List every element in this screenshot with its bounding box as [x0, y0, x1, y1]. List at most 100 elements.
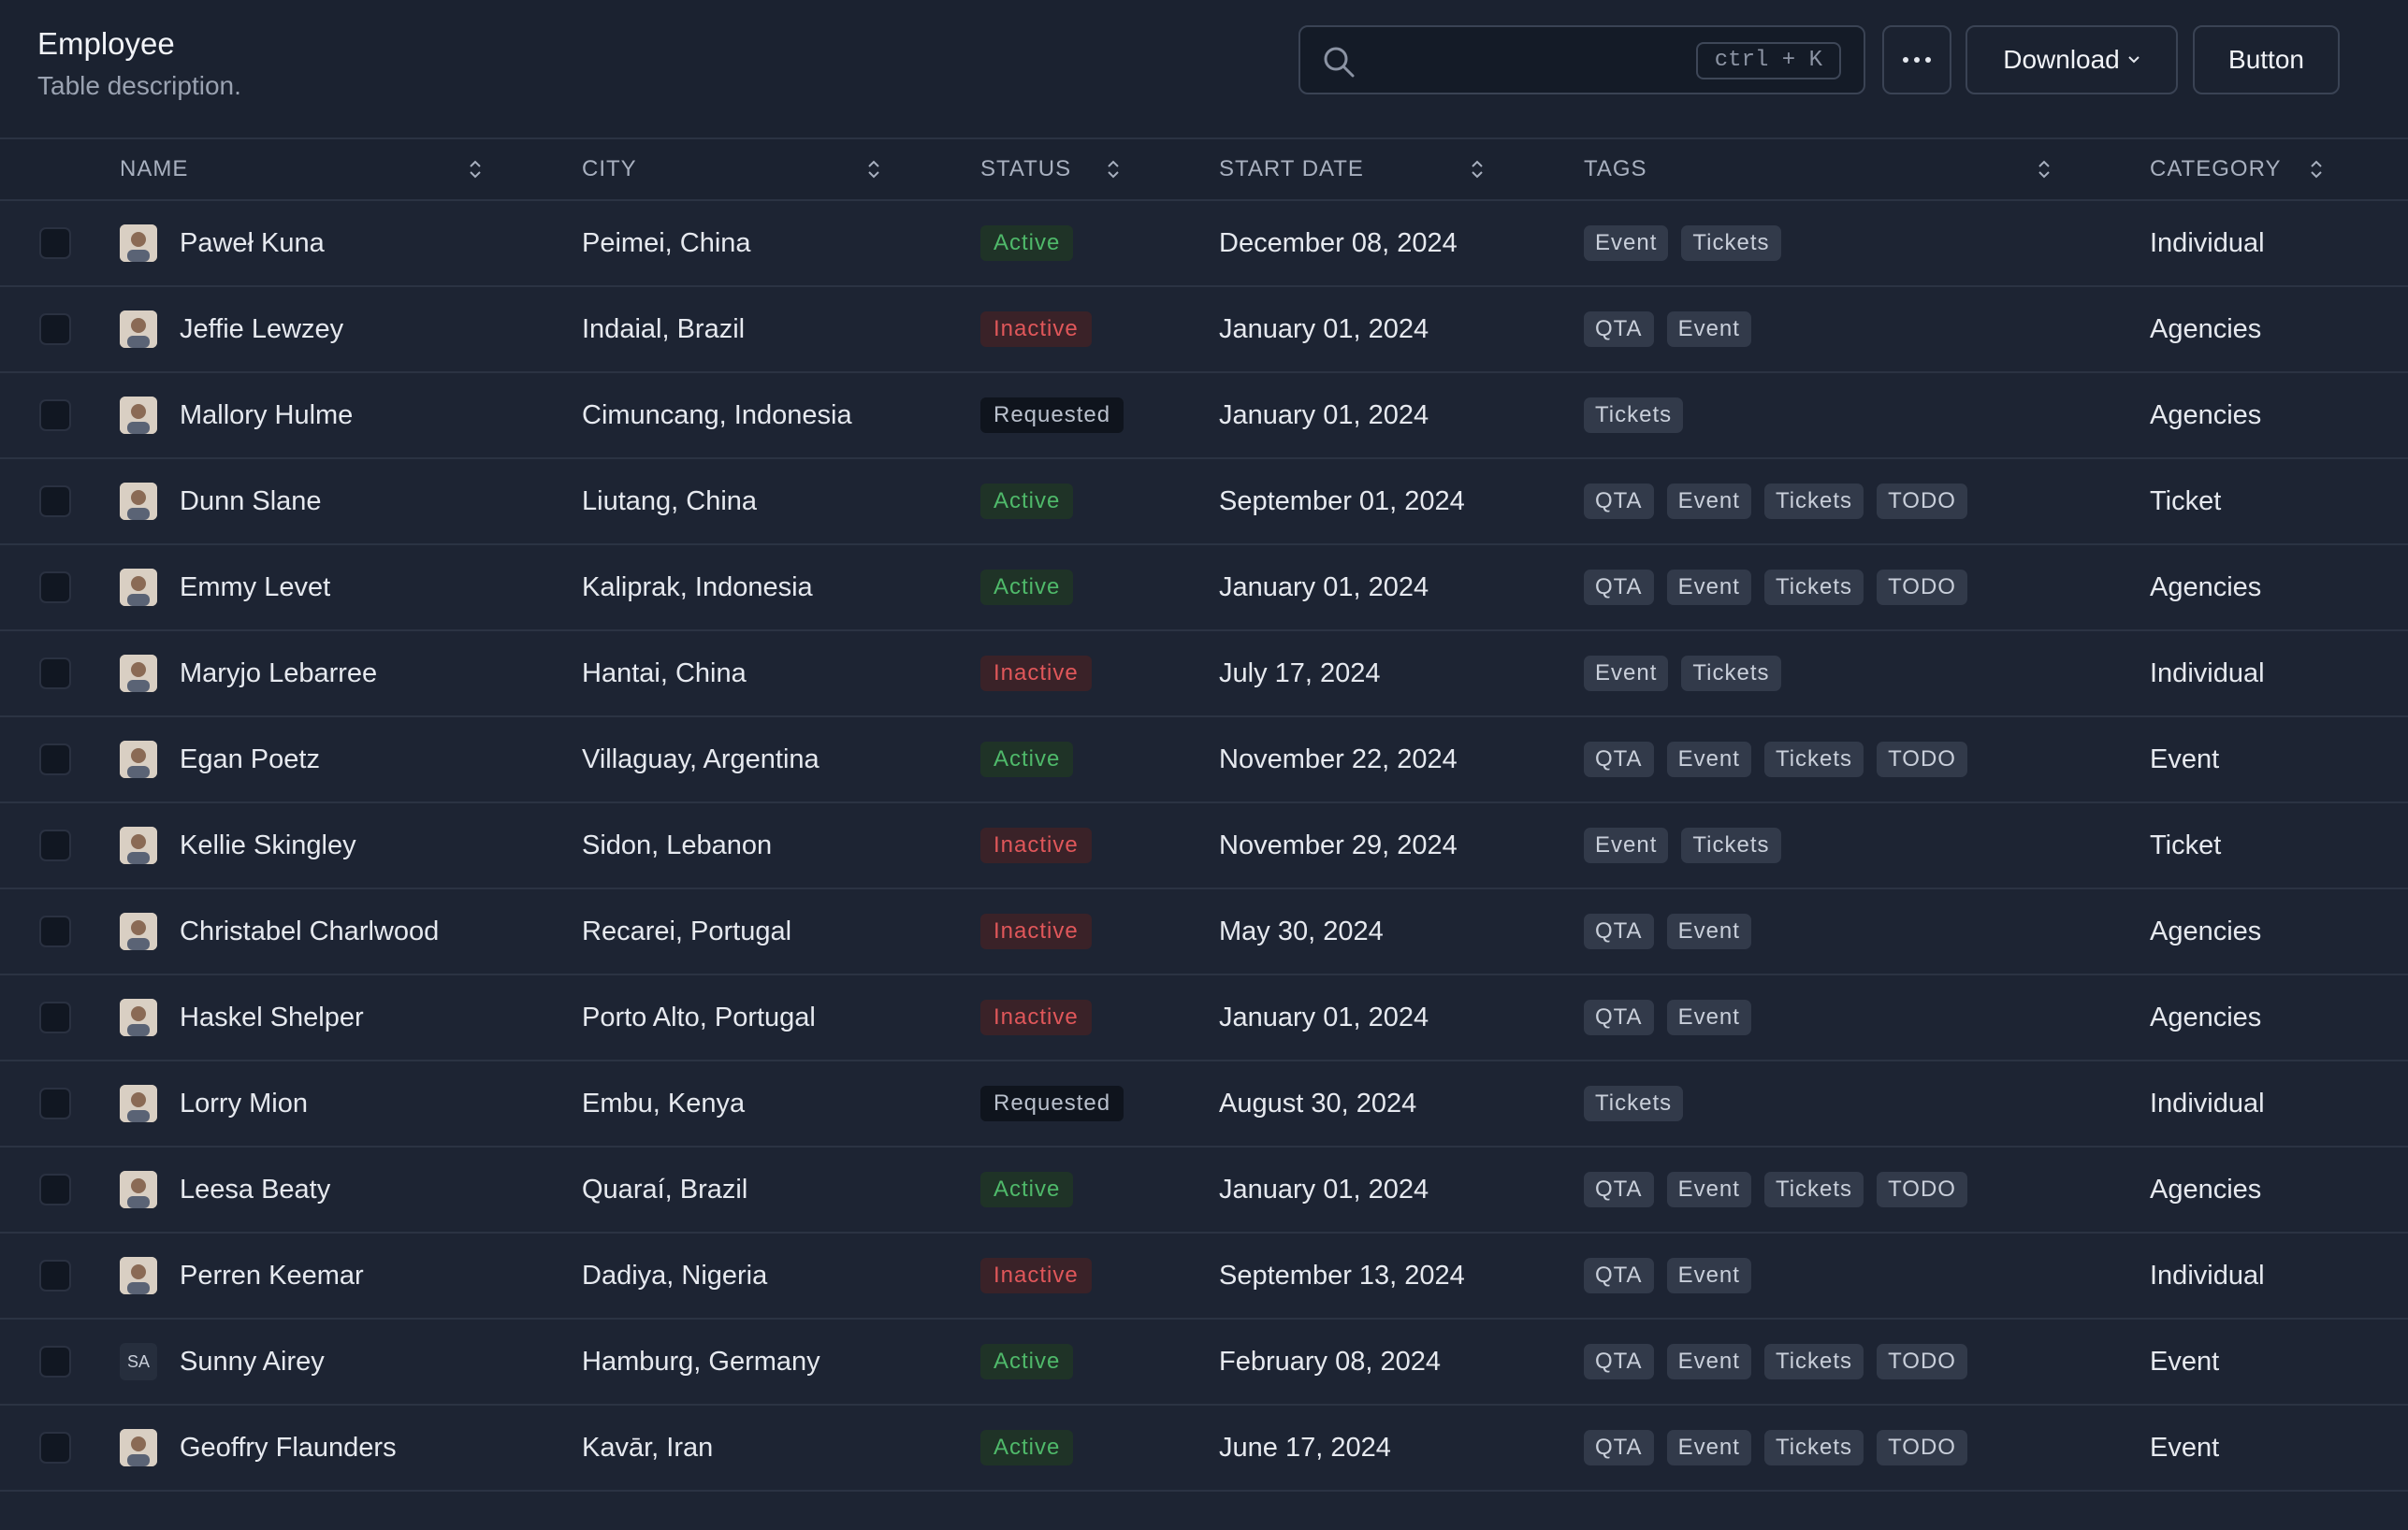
row-checkbox[interactable] [39, 743, 71, 776]
tag-chip[interactable]: TODO [1877, 1172, 1967, 1207]
start-date-cell: July 17, 2024 [1219, 657, 1381, 688]
column-header-category[interactable]: CATEGORY [2150, 138, 2408, 200]
row-checkbox[interactable] [39, 916, 71, 948]
sort-icon[interactable] [468, 158, 483, 180]
table-row[interactable]: Dunn Slane Liutang, China Active September … [0, 458, 2408, 544]
tag-chip[interactable]: Tickets [1681, 656, 1781, 691]
tag-chip[interactable]: QTA [1584, 570, 1654, 605]
row-checkbox[interactable] [39, 571, 71, 604]
row-checkbox[interactable] [39, 1346, 71, 1378]
tag-chip[interactable]: Tickets [1763, 570, 1864, 605]
row-checkbox[interactable] [39, 313, 71, 346]
tag-chip[interactable]: Tickets [1763, 1172, 1864, 1207]
tag-chip[interactable]: QTA [1584, 484, 1654, 519]
status-cell: Requested [980, 1061, 1219, 1147]
tag-chip[interactable]: TODO [1877, 484, 1967, 519]
row-checkbox[interactable] [39, 1002, 71, 1034]
tag-chip[interactable]: QTA [1584, 1258, 1654, 1293]
avatar [120, 569, 157, 606]
tag-chip[interactable]: Tickets [1584, 397, 1684, 433]
table-row[interactable]: Lorry Mion Embu, Kenya Requested August 30,… [0, 1061, 2408, 1147]
sort-icon[interactable] [866, 158, 881, 180]
row-checkbox[interactable] [39, 657, 71, 690]
row-checkbox[interactable] [39, 1260, 71, 1292]
tag-chip[interactable]: Event [1666, 914, 1751, 949]
table-row[interactable]: SA Sunny Airey Hamburg, Germany Active Febru… [0, 1319, 2408, 1405]
category-cell: Event [2150, 1432, 2220, 1463]
tag-chip[interactable]: Event [1666, 1258, 1751, 1293]
tag-chip[interactable]: QTA [1584, 1430, 1654, 1465]
tag-chip[interactable]: QTA [1584, 311, 1654, 347]
select-cell [0, 716, 120, 802]
column-header-name[interactable]: NAME [120, 138, 582, 200]
tag-chip[interactable]: Event [1584, 656, 1669, 691]
table-row[interactable]: Perren Keemar Dadiya, Nigeria Inactive Sept… [0, 1233, 2408, 1319]
tag-chip[interactable]: TODO [1877, 742, 1967, 777]
tag-chip[interactable]: QTA [1584, 742, 1654, 777]
tag-chip[interactable]: Tickets [1763, 1344, 1864, 1379]
tag-chip[interactable]: Tickets [1584, 1086, 1684, 1121]
table-row[interactable]: Leesa Beaty Quaraí, Brazil Active January 0… [0, 1147, 2408, 1233]
column-header-tags[interactable]: TAGS [1584, 138, 2150, 200]
row-checkbox[interactable] [39, 1432, 71, 1465]
sort-icon[interactable] [2309, 158, 2324, 180]
table-row[interactable]: Haskel Shelper Porto Alto, Portugal Inacti… [0, 974, 2408, 1061]
person-photo-icon [120, 655, 157, 692]
tag-chip[interactable]: QTA [1584, 1172, 1654, 1207]
city-cell: Kavār, Iran [582, 1432, 714, 1463]
column-header-start-date[interactable]: START DATE [1219, 138, 1584, 200]
tag-chip[interactable]: Event [1666, 311, 1751, 347]
tag-chip[interactable]: Event [1584, 225, 1669, 261]
tag-chip[interactable]: Event [1666, 1000, 1751, 1035]
more-options-button[interactable] [1882, 25, 1951, 94]
row-checkbox[interactable] [39, 399, 71, 432]
tag-chip[interactable]: TODO [1877, 570, 1967, 605]
tag-chip[interactable]: Tickets [1763, 484, 1864, 519]
avatar [120, 224, 157, 262]
table-row[interactable]: Jeffie Lewzey Indaial, Brazil Inactive Janu… [0, 286, 2408, 372]
status-cell: Active [980, 458, 1219, 544]
tag-chip[interactable]: Event [1666, 1430, 1751, 1465]
sort-icon[interactable] [1470, 158, 1485, 180]
table-row[interactable]: Paweł Kuna Peimei, China Active December 08… [0, 200, 2408, 286]
row-checkbox[interactable] [39, 227, 71, 260]
column-label: START DATE [1219, 156, 1364, 181]
sort-icon[interactable] [2037, 158, 2052, 180]
tag-chip[interactable]: TODO [1877, 1344, 1967, 1379]
tag-chip[interactable]: Event [1666, 570, 1751, 605]
row-checkbox[interactable] [39, 1088, 71, 1120]
tags-cell: QTA Event [1584, 974, 2150, 1061]
column-header-status[interactable]: STATUS [980, 138, 1219, 200]
row-checkbox[interactable] [39, 485, 71, 518]
tag-chip[interactable]: Tickets [1681, 225, 1781, 261]
tag-chip[interactable]: Event [1584, 828, 1669, 863]
tag-chip[interactable]: QTA [1584, 1000, 1654, 1035]
table-row[interactable]: Christabel Charlwood Recarei, Portugal Ina… [0, 888, 2408, 974]
row-checkbox[interactable] [39, 830, 71, 862]
tag-chip[interactable]: TODO [1877, 1430, 1967, 1465]
table-row[interactable]: Geoffry Flaunders Kavār, Iran Active June 1… [0, 1405, 2408, 1491]
sort-icon[interactable] [1106, 158, 1121, 180]
tag-chip[interactable]: Tickets [1763, 742, 1864, 777]
tag-chip[interactable]: Event [1666, 484, 1751, 519]
table-row[interactable]: Mallory Hulme Cimuncang, Indonesia Request… [0, 372, 2408, 458]
download-button[interactable]: Download [1966, 25, 2178, 94]
table-row[interactable]: Egan Poetz Villaguay, Argentina Active Nove… [0, 716, 2408, 802]
status-cell: Inactive [980, 1233, 1219, 1319]
tag-chip[interactable]: Event [1666, 1344, 1751, 1379]
tag-chip[interactable]: QTA [1584, 1344, 1654, 1379]
table-row[interactable]: Maryjo Lebarree Hantai, China Inactive July… [0, 630, 2408, 716]
person-photo-icon [120, 741, 157, 778]
tag-chip[interactable]: Tickets [1763, 1430, 1864, 1465]
tag-chip[interactable]: Tickets [1681, 828, 1781, 863]
tag-chip[interactable]: Event [1666, 1172, 1751, 1207]
table-row[interactable]: Emmy Levet Kaliprak, Indonesia Active Janua… [0, 544, 2408, 630]
search-box[interactable]: ctrl + K [1298, 25, 1865, 94]
row-checkbox[interactable] [39, 1174, 71, 1206]
city-cell: Dadiya, Nigeria [582, 1260, 768, 1291]
table-row[interactable]: Kellie Skingley Sidon, Lebanon Inactive Nov… [0, 802, 2408, 888]
action-button[interactable]: Button [2193, 25, 2340, 94]
tag-chip[interactable]: Event [1666, 742, 1751, 777]
column-header-city[interactable]: CITY [582, 138, 980, 200]
tag-chip[interactable]: QTA [1584, 914, 1654, 949]
